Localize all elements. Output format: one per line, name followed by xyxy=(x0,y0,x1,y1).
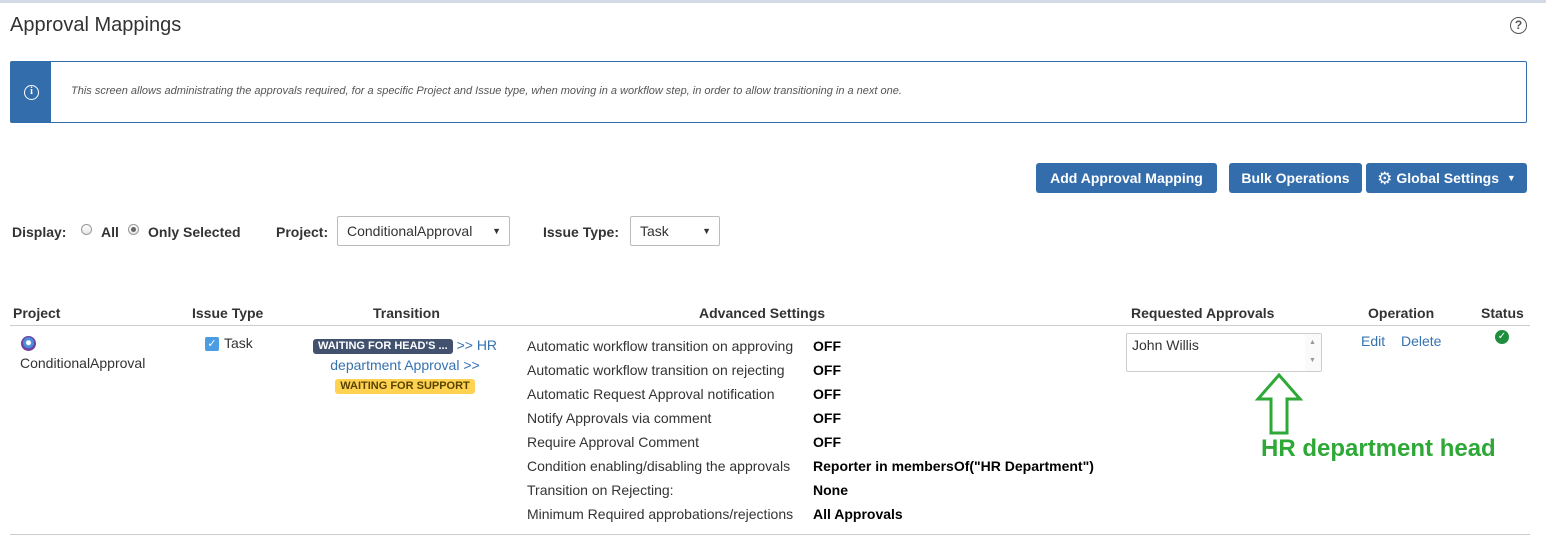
top-border xyxy=(0,0,1546,3)
info-icon: i xyxy=(24,85,39,100)
advanced-settings-list: Automatic workflow transition on approvi… xyxy=(527,337,1127,529)
setting-value: OFF xyxy=(813,362,841,378)
setting-label: Automatic workflow transition on approvi… xyxy=(527,338,794,354)
setting-value: OFF xyxy=(813,410,841,426)
setting-value: Reporter in membersOf("HR Department") xyxy=(813,458,1094,474)
display-all-label[interactable]: All xyxy=(101,224,119,240)
table-bottom-divider xyxy=(10,534,1530,535)
setting-label: Minimum Required approbations/rejections xyxy=(527,506,794,522)
display-only-selected-radio[interactable] xyxy=(128,224,139,235)
transition-separator: >> xyxy=(463,357,480,373)
chevron-down-icon: ▼ xyxy=(702,226,711,236)
setting-row: Minimum Required approbations/rejections… xyxy=(527,505,1127,529)
edit-link[interactable]: Edit xyxy=(1361,333,1385,349)
approver-item[interactable]: John Willis xyxy=(1132,337,1199,353)
scroll-up-icon[interactable]: ▲ xyxy=(1309,339,1316,346)
delete-link[interactable]: Delete xyxy=(1401,333,1441,349)
display-only-selected-label[interactable]: Only Selected xyxy=(148,224,241,240)
setting-row: Automatic Request Approval notification … xyxy=(527,385,1127,409)
requested-approvals-list[interactable]: John Willis ▲ ▼ xyxy=(1126,333,1322,372)
display-all-radio[interactable] xyxy=(81,224,92,235)
column-header-project: Project xyxy=(13,305,61,321)
info-text: This screen allows administrating the ap… xyxy=(71,85,902,97)
issue-type-select-value: Task xyxy=(640,223,669,239)
issue-type-label: Issue Type: xyxy=(543,224,619,240)
project-avatar-icon xyxy=(21,336,36,351)
row-transition: WAITING FOR HEAD'S ... >> HR department … xyxy=(300,335,510,395)
filter-bar: Display: All Only Selected Project: Cond… xyxy=(0,216,800,246)
issue-type-select[interactable]: Task ▼ xyxy=(630,216,720,246)
column-header-status: Status xyxy=(1481,305,1524,321)
setting-label: Transition on Rejecting: xyxy=(527,482,674,498)
setting-label: Notify Approvals via comment xyxy=(527,410,712,426)
setting-row: Condition enabling/disabling the approva… xyxy=(527,457,1127,481)
chevron-down-icon: ▼ xyxy=(492,226,501,236)
info-strip: i xyxy=(11,62,51,122)
display-label: Display: xyxy=(12,224,67,240)
setting-value: OFF xyxy=(813,386,841,402)
setting-row: Automatic workflow transition on rejecti… xyxy=(527,361,1127,385)
setting-value: All Approvals xyxy=(813,506,903,522)
column-header-requested-approvals: Requested Approvals xyxy=(1131,305,1275,321)
status-ok-icon: ✓ xyxy=(1495,330,1509,344)
setting-value: OFF xyxy=(813,338,841,354)
table-header-divider xyxy=(10,325,1530,326)
setting-row: Require Approval Comment OFF xyxy=(527,433,1127,457)
from-status-lozenge: WAITING FOR HEAD'S ... xyxy=(312,339,453,354)
help-icon[interactable]: ? xyxy=(1510,17,1527,34)
setting-label: Automatic Request Approval notification xyxy=(527,386,775,402)
page-title: Approval Mappings xyxy=(10,14,182,36)
caret-down-icon: ▼ xyxy=(1506,173,1516,183)
project-label: Project: xyxy=(276,224,329,240)
setting-row: Notify Approvals via comment OFF xyxy=(527,409,1127,433)
setting-row: Automatic workflow transition on approvi… xyxy=(527,337,1127,361)
info-message: i This screen allows administrating the … xyxy=(10,61,1527,123)
add-approval-mapping-button[interactable]: Add Approval Mapping xyxy=(1036,163,1217,193)
up-arrow-annotation-icon xyxy=(1254,373,1304,435)
setting-label: Condition enabling/disabling the approva… xyxy=(527,458,791,474)
row-project-name: ConditionalApproval xyxy=(20,355,146,371)
to-status-lozenge: WAITING FOR SUPPORT xyxy=(335,379,475,394)
global-settings-label: Global Settings xyxy=(1396,170,1499,186)
gear-icon: ⚙ xyxy=(1377,169,1393,188)
bulk-operations-button[interactable]: Bulk Operations xyxy=(1229,163,1362,193)
column-header-advanced-settings: Advanced Settings xyxy=(699,305,826,321)
task-type-icon: ✓ xyxy=(205,337,219,351)
setting-label: Automatic workflow transition on rejecti… xyxy=(527,362,785,378)
column-header-transition: Transition xyxy=(373,305,440,321)
transition-separator: >> xyxy=(456,337,473,353)
row-issue-type: Task xyxy=(224,335,253,351)
scroll-down-icon[interactable]: ▼ xyxy=(1309,357,1316,364)
annotation-label: HR department head xyxy=(1261,435,1496,462)
column-header-operation: Operation xyxy=(1368,305,1435,321)
global-settings-button[interactable]: ⚙ Global Settings ▼ xyxy=(1366,163,1527,193)
setting-value: None xyxy=(813,482,848,498)
column-header-issue-type: Issue Type xyxy=(192,305,264,321)
project-select[interactable]: ConditionalApproval ▼ xyxy=(337,216,510,246)
setting-label: Require Approval Comment xyxy=(527,434,699,450)
project-select-value: ConditionalApproval xyxy=(347,223,473,239)
scrollbar[interactable]: ▲ ▼ xyxy=(1305,334,1321,371)
setting-value: OFF xyxy=(813,434,841,450)
setting-row: Transition on Rejecting: None xyxy=(527,481,1127,505)
